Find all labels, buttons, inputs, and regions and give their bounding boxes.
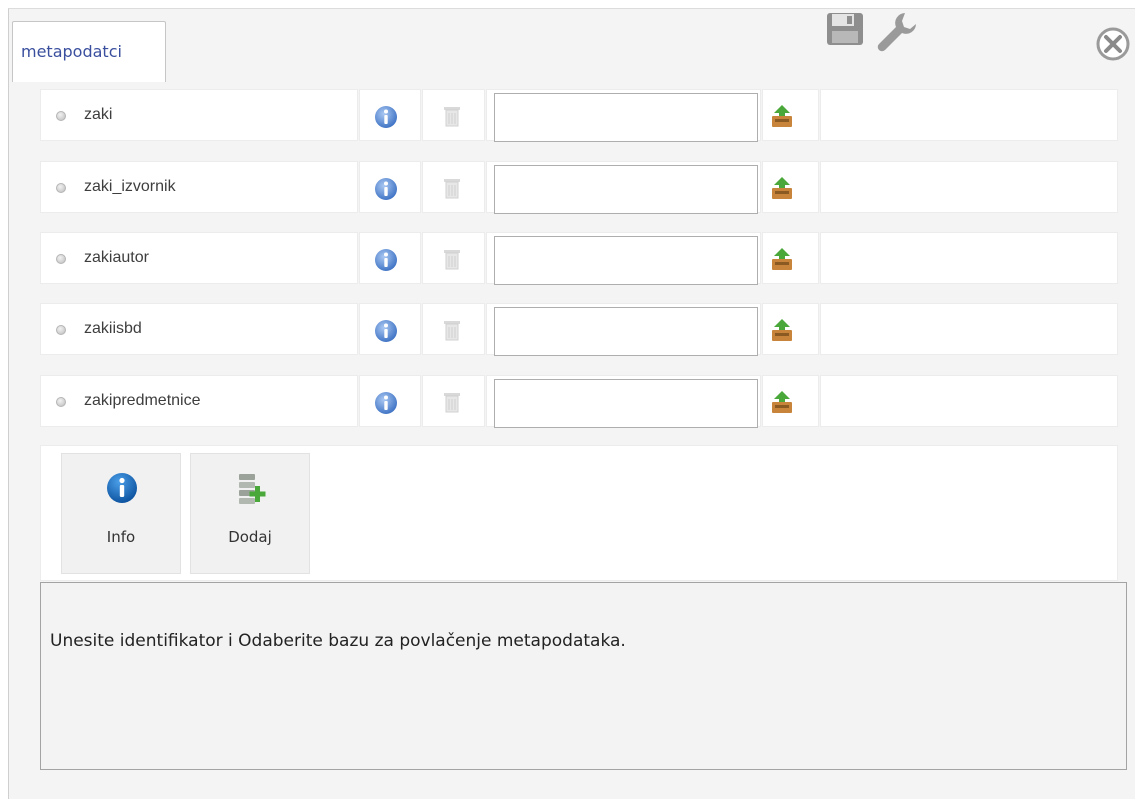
trash-icon (444, 107, 460, 127)
row-extra-cell (820, 303, 1118, 355)
info-button[interactable] (359, 303, 421, 355)
trash-icon (444, 393, 460, 413)
action-bar: Info Dodaj (40, 445, 1118, 581)
close-icon[interactable] (1095, 26, 1131, 66)
trash-icon (444, 321, 460, 341)
identifier-cell (486, 232, 761, 285)
database-add-icon (239, 474, 266, 504)
tab-label: metapodatci (21, 42, 122, 61)
delete-button[interactable] (422, 161, 485, 213)
trash-icon (444, 179, 460, 199)
list-item: zaki_izvornik (40, 161, 1118, 216)
wrench-icon[interactable] (875, 9, 919, 57)
row-extra-cell (820, 375, 1118, 427)
fetch-button[interactable] (762, 375, 819, 427)
identifier-input[interactable] (494, 165, 758, 214)
delete-button[interactable] (422, 232, 485, 284)
save-icon[interactable] (826, 12, 864, 50)
row-name-cell[interactable]: zaki (40, 89, 358, 141)
tab-metapodatci[interactable]: metapodatci (12, 21, 166, 82)
fetch-button[interactable] (762, 89, 819, 141)
delete-button[interactable] (422, 303, 485, 355)
row-name-cell[interactable]: zakiautor (40, 232, 358, 284)
row-extra-cell (820, 89, 1118, 141)
delete-button[interactable] (422, 375, 485, 427)
database-fetch-icon (772, 248, 792, 270)
database-fetch-icon (772, 391, 792, 413)
database-fetch-icon (772, 105, 792, 127)
info-icon (375, 249, 397, 271)
row-name-label: zakiisbd (84, 320, 142, 337)
info-button-large[interactable]: Info (61, 453, 181, 574)
row-name-cell[interactable]: zaki_izvornik (40, 161, 358, 213)
fetch-button[interactable] (762, 232, 819, 284)
trash-icon (444, 250, 460, 270)
info-button[interactable] (359, 161, 421, 213)
dodaj-button-label: Dodaj (228, 528, 272, 546)
row-extra-cell (820, 161, 1118, 213)
row-name-label: zaki (84, 106, 113, 123)
row-name-cell[interactable]: zakiisbd (40, 303, 358, 355)
radio-button[interactable] (56, 325, 66, 335)
message-box: Unesite identifikator i Odaberite bazu z… (40, 582, 1127, 770)
identifier-input[interactable] (494, 93, 758, 142)
identifier-input[interactable] (494, 307, 758, 356)
info-icon (375, 178, 397, 200)
info-icon (375, 320, 397, 342)
delete-button[interactable] (422, 89, 485, 141)
radio-button[interactable] (56, 111, 66, 121)
row-name-label: zakiautor (84, 249, 149, 266)
dodaj-button[interactable]: Dodaj (190, 453, 310, 574)
info-icon (375, 106, 397, 128)
info-icon (375, 392, 397, 414)
identifier-cell (486, 303, 761, 356)
info-button[interactable] (359, 232, 421, 284)
list-item: zakiisbd (40, 303, 1118, 358)
info-button[interactable] (359, 375, 421, 427)
radio-button[interactable] (56, 397, 66, 407)
identifier-input[interactable] (494, 236, 758, 285)
row-name-label: zakipredmetnice (84, 392, 201, 409)
info-button[interactable] (359, 89, 421, 141)
identifier-cell (486, 89, 761, 142)
database-fetch-icon (772, 177, 792, 199)
radio-button[interactable] (56, 183, 66, 193)
radio-button[interactable] (56, 254, 66, 264)
identifier-cell (486, 161, 761, 214)
database-fetch-icon (772, 319, 792, 341)
info-icon (107, 473, 137, 503)
info-button-label: Info (106, 528, 136, 546)
message-text: Unesite identifikator i Odaberite bazu z… (50, 631, 626, 651)
row-name-label: zaki_izvornik (84, 178, 176, 195)
fetch-button[interactable] (762, 303, 819, 355)
identifier-cell (486, 375, 761, 428)
list-item: zaki (40, 89, 1118, 144)
list-item: zakiautor (40, 232, 1118, 287)
fetch-button[interactable] (762, 161, 819, 213)
row-extra-cell (820, 232, 1118, 284)
identifier-input[interactable] (494, 379, 758, 428)
list-item: zakipredmetnice (40, 375, 1118, 430)
row-name-cell[interactable]: zakipredmetnice (40, 375, 358, 427)
